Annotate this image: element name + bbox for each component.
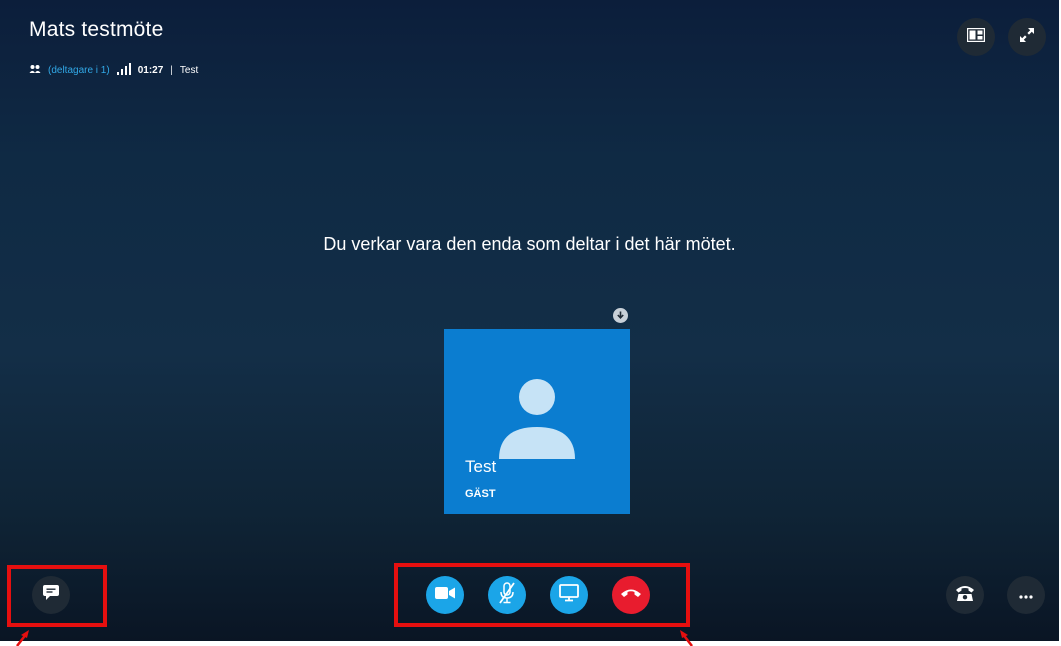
participant-role: GÄST (465, 488, 496, 500)
avatar (499, 379, 575, 459)
download-button[interactable] (613, 308, 628, 323)
phone-icon (955, 584, 975, 607)
participants-icon (29, 64, 41, 76)
chat-highlight-box (7, 565, 107, 627)
layout-button[interactable] (957, 18, 995, 56)
layout-icon (966, 27, 986, 47)
fullscreen-button[interactable] (1008, 18, 1046, 56)
participant-name: Test (465, 457, 497, 476)
call-duration: 01:27 (137, 64, 164, 76)
participants-count-link[interactable]: (deltagare i 1) (48, 65, 110, 76)
meeting-title: Mats testmöte (29, 18, 164, 41)
user-name: Test (179, 64, 199, 76)
call-controls-highlight-box (394, 563, 690, 627)
arrow-annotation-right (680, 630, 693, 646)
fullscreen-icon (1019, 27, 1035, 48)
participant-tile[interactable]: Test GÄST (444, 329, 630, 514)
meeting-info-bar: (deltagare i 1) 01:27 | Test (29, 62, 199, 78)
alone-in-meeting-message: Du verkar vara den enda som deltar i det… (323, 234, 736, 254)
signal-strength-icon (116, 62, 131, 78)
more-options-button[interactable] (1007, 576, 1045, 614)
meeting-stage: Mats testmöte (deltagare i 1) 01:27 | Te… (0, 0, 1059, 641)
more-options-icon (1019, 586, 1033, 604)
meta-separator: | (170, 64, 173, 76)
dial-pad-button[interactable] (946, 576, 984, 614)
download-icon (616, 307, 625, 325)
arrow-annotation-left (16, 630, 29, 646)
